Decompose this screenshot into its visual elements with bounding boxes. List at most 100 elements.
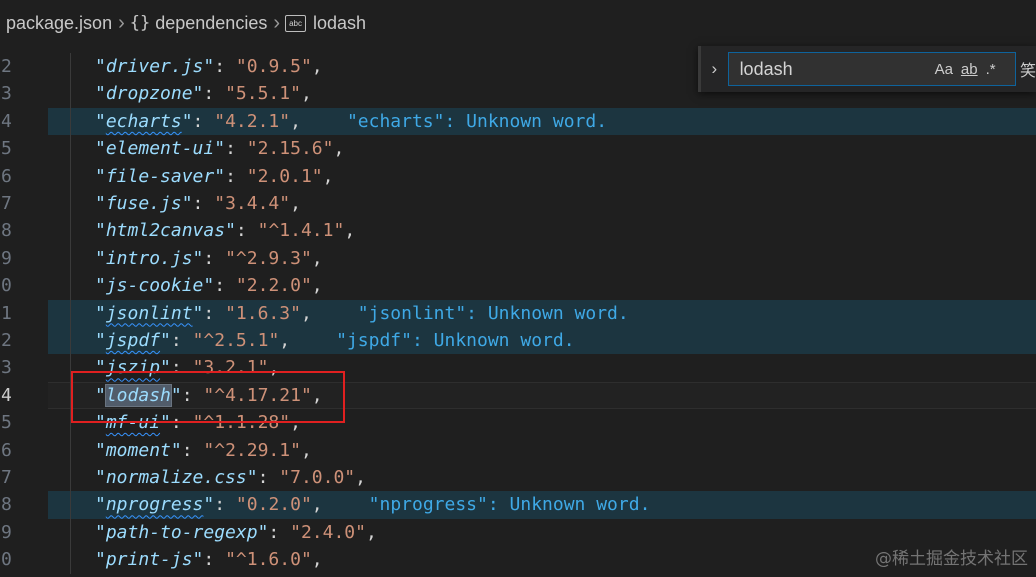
json-key-name: echarts [105, 110, 182, 132]
colon: : [268, 521, 291, 543]
comma: , [311, 275, 323, 297]
line-number: 0 [1, 275, 12, 297]
inline-diagnostic: "jsonlint": Unknown word. [357, 302, 629, 324]
indent-guide [70, 327, 71, 355]
comma: , [279, 330, 291, 351]
use-regex-button[interactable]: .* [986, 61, 996, 78]
indent-guide [70, 53, 71, 81]
code-line[interactable]: 6 "moment": "^2.29.1", [0, 436, 1036, 464]
watermark: @稀土掘金技术社区 [875, 549, 1028, 569]
find-input[interactable] [737, 57, 927, 81]
json-value-text: 5.5.1 [235, 83, 291, 105]
json-key: "intro.js" [95, 247, 204, 269]
json-key: "nprogress" [95, 494, 215, 516]
comma: , [311, 247, 323, 269]
breadcrumb: package.json › {} dependencies › abc lod… [0, 0, 1036, 46]
colon: : [235, 220, 258, 242]
colon: : [214, 275, 236, 297]
braces-icon: {} [129, 13, 151, 33]
comma: , [290, 110, 301, 132]
line-number: 5 [1, 138, 12, 160]
colon: : [192, 193, 215, 214]
code-content: "echarts": "4.2.1", "echarts": Unknown wo… [95, 108, 607, 135]
comma: , [333, 138, 345, 160]
json-key: "moment" [95, 439, 182, 461]
code-content: "print-js": "^1.6.0", [95, 546, 323, 573]
json-value: "^2.5.1" [192, 330, 280, 351]
code-content: "nprogress": "0.2.0", "nprogress": Unknow… [95, 491, 650, 518]
code-content: "normalize.css": "7.0.0", [95, 464, 366, 491]
match-whole-word-button[interactable]: ab [961, 61, 978, 78]
indent-guide [70, 436, 71, 464]
code-line[interactable]: 7 "normalize.css": "7.0.0", [0, 464, 1036, 492]
code-line[interactable]: 0 "js-cookie": "2.2.0", [0, 272, 1036, 300]
code-line[interactable]: 4 "echarts": "4.2.1", "echarts": Unknown w… [0, 107, 1036, 136]
breadcrumb-section[interactable]: {} dependencies [130, 13, 268, 34]
line-number: 5 [1, 412, 12, 434]
breadcrumb-symbol[interactable]: abc lodash [285, 13, 366, 34]
indent-guide [70, 491, 71, 519]
colon: : [257, 467, 280, 488]
code-line[interactable]: 5 "element-ui": "2.15.6", [0, 135, 1036, 163]
code-line[interactable]: 8 "nprogress": "0.2.0", "nprogress": Unkno… [0, 491, 1036, 519]
json-value-text: ^2.5.1 [203, 330, 269, 351]
code-content: "js-cookie": "2.2.0", [95, 272, 323, 299]
code-line[interactable]: 7 "fuse.js": "3.4.4", [0, 190, 1036, 218]
json-value-text: 3.4.4 [225, 193, 280, 214]
indent-guide [70, 80, 71, 108]
find-widget: › Aa ab .* 笑 [698, 46, 1036, 92]
json-value-text: 4.2.1 [225, 110, 280, 132]
comma: , [300, 83, 312, 105]
code-line[interactable]: 9 "path-to-regexp": "2.4.0", [0, 518, 1036, 547]
json-key-name: html2canvas [105, 220, 226, 242]
json-key-name: file-saver [105, 165, 215, 187]
line-number: 2 [1, 330, 12, 351]
json-key-name: intro.js [105, 247, 193, 269]
json-key-name: path-to-regexp [105, 521, 258, 543]
json-key-name: js-cookie [105, 275, 204, 297]
line-number: 8 [1, 220, 12, 242]
json-key-name: fuse.js [105, 193, 182, 214]
colon: : [225, 165, 247, 187]
line-number: 9 [1, 247, 12, 269]
colon: : [214, 56, 236, 77]
colon: : [203, 549, 226, 571]
json-key: "element-ui" [95, 138, 226, 160]
json-key-name: dropzone [105, 83, 193, 105]
code-content: "html2canvas": "^1.4.1", [95, 217, 355, 244]
breadcrumb-file[interactable]: package.json [6, 13, 112, 34]
json-value: "^2.29.1" [203, 439, 301, 461]
toggle-replace-chevron-icon[interactable]: › [698, 46, 728, 92]
json-key: "print-js" [95, 549, 204, 571]
code-line[interactable]: 6 "file-saver": "2.0.1", [0, 162, 1036, 190]
inline-diagnostic: "echarts": Unknown word. [346, 110, 608, 132]
json-value: "^2.9.3" [225, 247, 312, 269]
json-value-text: 7.0.0 [290, 467, 345, 488]
code-line[interactable]: 9 "intro.js": "^2.9.3", [0, 244, 1036, 273]
json-value-text: ^2.29.1 [214, 439, 291, 461]
line-number: 3 [1, 357, 12, 379]
string-symbol-icon: abc [285, 14, 307, 32]
json-value-text: 2.0.1 [257, 165, 312, 187]
code-line[interactable]: 8 "html2canvas": "^1.4.1", [0, 217, 1036, 245]
json-value: "3.4.4" [214, 193, 291, 214]
json-value: "0.2.0" [235, 494, 312, 516]
code-editor[interactable]: 2 "driver.js": "0.9.5", 3 "dropzone": "5.5.… [0, 46, 1036, 577]
line-number: 4 [1, 384, 12, 406]
line-number: 7 [1, 193, 12, 214]
json-value: "0.9.5" [235, 56, 312, 77]
json-key-name: jsonlint [105, 302, 193, 324]
json-key-name: moment [105, 439, 171, 461]
json-key: "html2canvas" [95, 220, 236, 242]
code-line[interactable]: 1 "jsonlint": "1.6.3", "jsonlint": Unknown… [0, 299, 1036, 327]
json-value: "2.4.0" [290, 521, 366, 543]
breadcrumb-section-label: dependencies [155, 12, 268, 33]
match-case-button[interactable]: Aa [935, 61, 953, 78]
json-value: "1.6.3" [225, 302, 301, 324]
comma: , [290, 193, 301, 214]
line-number: 9 [1, 521, 12, 543]
line-number: 7 [1, 467, 12, 488]
code-content: "fuse.js": "3.4.4", [95, 190, 301, 217]
json-key-name: print-js [105, 549, 193, 571]
code-line[interactable]: 2 "jspdf": "^2.5.1", "jspdf": Unknown word… [0, 327, 1036, 355]
